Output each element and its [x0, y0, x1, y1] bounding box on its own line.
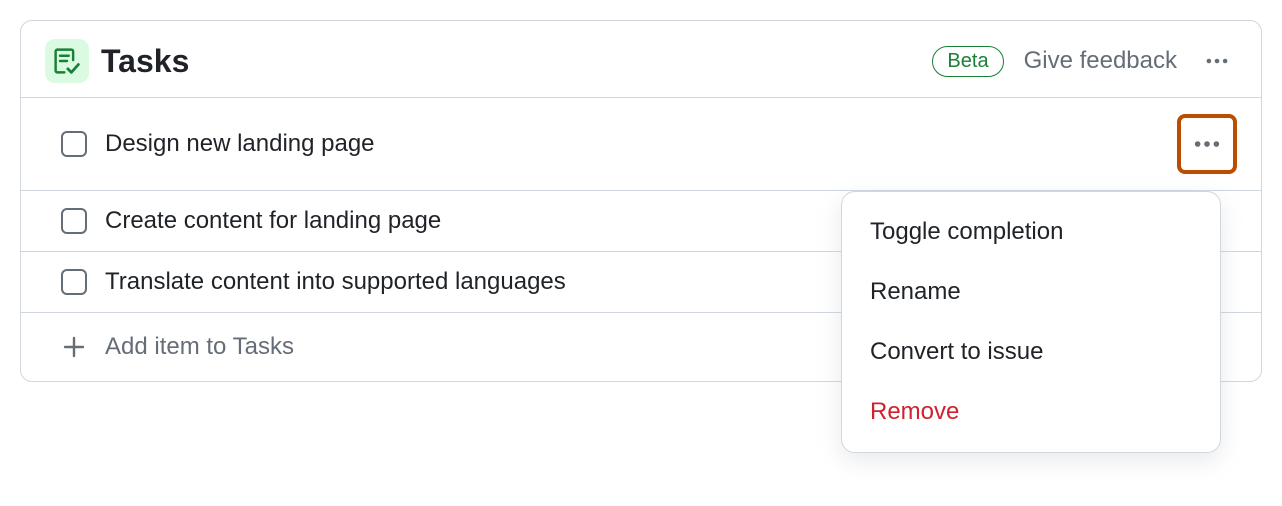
panel-menu-button[interactable] [1197, 41, 1237, 81]
header-actions: Beta Give feedback [932, 41, 1237, 81]
panel-header: Tasks Beta Give feedback [21, 21, 1261, 97]
task-checkbox[interactable] [61, 131, 87, 157]
task-title: Design new landing page [105, 130, 1159, 158]
tasks-icon [45, 39, 89, 83]
panel-title: Tasks [101, 43, 189, 80]
menu-convert-to-issue[interactable]: Convert to issue [842, 322, 1220, 382]
give-feedback-link[interactable]: Give feedback [1024, 47, 1177, 75]
task-menu-button[interactable] [1183, 120, 1231, 168]
task-row[interactable]: Design new landing page [21, 97, 1261, 190]
add-item-label: Add item to Tasks [105, 333, 294, 361]
tasks-panel: Tasks Beta Give feedback Design new land… [20, 20, 1262, 382]
row-menu-highlight [1177, 114, 1237, 174]
task-checkbox[interactable] [61, 269, 87, 295]
task-context-menu: Toggle completion Rename Convert to issu… [841, 191, 1221, 453]
panel-title-wrap: Tasks [45, 39, 932, 83]
beta-badge: Beta [932, 46, 1003, 77]
menu-rename[interactable]: Rename [842, 262, 1220, 322]
menu-remove[interactable]: Remove [842, 382, 1220, 442]
plus-icon [61, 334, 87, 360]
task-checkbox[interactable] [61, 208, 87, 234]
menu-toggle-completion[interactable]: Toggle completion [842, 202, 1220, 262]
